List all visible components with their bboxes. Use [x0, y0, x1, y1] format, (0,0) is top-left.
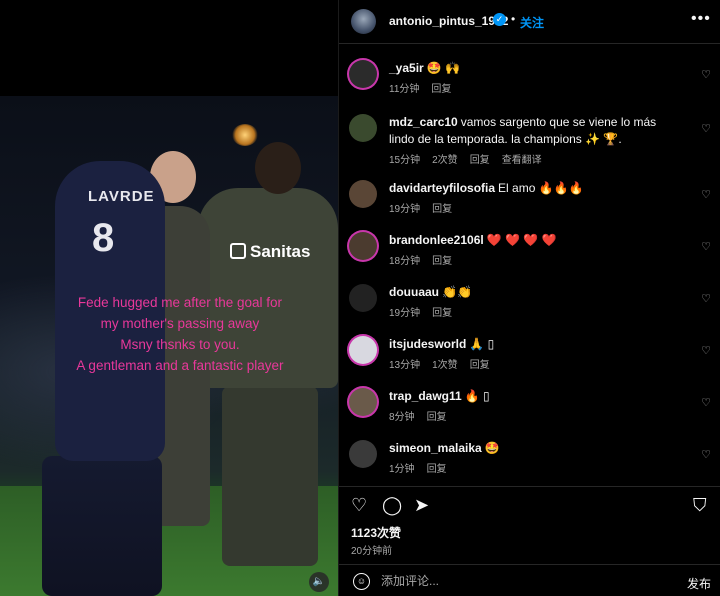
comment-time: 1分钟 — [389, 464, 415, 475]
comment-time: 19分钟 — [389, 204, 421, 215]
like-comment-icon[interactable]: ♡ — [701, 240, 711, 253]
staff-legs — [222, 386, 318, 566]
comment-text: 🔥 ▯ — [464, 389, 490, 403]
post-header: antonio_pintus_1962 ✓ • 关注 ••• — [339, 0, 720, 44]
comment-username[interactable]: davidarteyfilosofia — [389, 181, 495, 195]
reply-button[interactable]: 回复 — [432, 256, 452, 267]
like-comment-icon[interactable]: ♡ — [701, 396, 711, 409]
reply-button[interactable]: 回复 — [427, 412, 447, 423]
action-bar: ♡ ◯ ➤ ⛉ — [339, 486, 720, 526]
comment-username[interactable]: mdz_carc10 — [389, 115, 458, 129]
avatar[interactable] — [349, 60, 377, 88]
separator-dot: • — [511, 12, 516, 26]
avatar[interactable] — [349, 114, 377, 142]
author-avatar[interactable] — [351, 9, 376, 34]
follow-button[interactable]: 关注 — [520, 14, 544, 31]
bookmark-icon[interactable]: ⛉ — [693, 495, 707, 516]
reply-button[interactable]: 回复 — [431, 84, 451, 95]
avatar[interactable] — [349, 336, 377, 364]
reply-button[interactable]: 回复 — [432, 308, 452, 319]
like-comment-icon[interactable]: ♡ — [701, 292, 711, 305]
comment-input[interactable] — [381, 571, 651, 591]
comment-time: 13分钟 — [389, 360, 421, 371]
like-count[interactable]: 1123次赞 — [351, 524, 401, 541]
avatar[interactable] — [349, 388, 377, 416]
comment-text: 🙏 ▯ — [469, 337, 495, 351]
comments-list[interactable]: _ya5ir 🤩 🙌 11分钟 回复 ♡ mdz_carc10 vamos sarge… — [339, 50, 720, 482]
avatar[interactable] — [349, 440, 377, 468]
comment-text: 👏👏 — [442, 285, 472, 299]
comment-time: 8分钟 — [389, 412, 415, 423]
jersey-name: LAVRDE — [88, 188, 155, 205]
avatar[interactable] — [349, 232, 377, 260]
post-time: 20分钟前 — [351, 546, 393, 557]
mute-icon[interactable]: 🔈 — [309, 572, 329, 592]
like-comment-icon[interactable]: ♡ — [701, 188, 711, 201]
heart-icon[interactable]: ♡ — [351, 495, 367, 516]
comment-username[interactable]: trap_dawg11 — [389, 389, 462, 403]
post-media[interactable]: Sanitas LAVRDE 8 Fede hugged me after th… — [0, 0, 338, 596]
comment-likes[interactable]: 2次赞 — [432, 155, 458, 166]
reply-button[interactable]: 回复 — [427, 464, 447, 475]
staff-head — [255, 142, 301, 194]
comment-icon[interactable]: ◯ — [382, 495, 402, 516]
emoji-icon[interactable]: ☺ — [353, 573, 370, 590]
overlay-caption: Fede hugged me after the goal for my mot… — [76, 295, 284, 373]
like-comment-icon[interactable]: ♡ — [701, 68, 711, 81]
comment-time: 18分钟 — [389, 256, 421, 267]
sponsor-text: Sanitas — [250, 242, 311, 261]
comment-username[interactable]: brandonlee2106l — [389, 233, 484, 247]
post-photo: Sanitas LAVRDE 8 Fede hugged me after th… — [0, 96, 338, 596]
comment-time: 15分钟 — [389, 155, 421, 166]
comment-username[interactable]: itsjudesworld — [389, 337, 466, 351]
comment-likes[interactable]: 1次赞 — [432, 360, 458, 371]
like-comment-icon[interactable]: ♡ — [701, 122, 711, 135]
comment-text: El amo 🔥🔥🔥 — [498, 181, 584, 195]
reply-button[interactable]: 回复 — [432, 204, 452, 215]
reply-button[interactable]: 回复 — [470, 360, 490, 371]
comment-username[interactable]: douuaau — [389, 285, 439, 299]
see-translation-button[interactable]: 查看翻译 — [502, 155, 542, 166]
like-comment-icon[interactable]: ♡ — [701, 344, 711, 357]
comment-time: 19分钟 — [389, 308, 421, 319]
comment-text: 🤩 — [484, 441, 500, 455]
stadium-light — [232, 124, 258, 146]
sponsor-logo: Sanitas — [230, 242, 310, 262]
more-options-icon[interactable]: ••• — [691, 10, 711, 28]
comment-text: 🤩 🙌 — [426, 61, 460, 75]
jersey-number: 8 — [92, 216, 115, 260]
verified-icon: ✓ — [493, 13, 506, 26]
like-comment-icon[interactable]: ♡ — [701, 448, 711, 461]
reply-button[interactable]: 回复 — [470, 155, 490, 166]
post-comment-button[interactable]: 发布 — [687, 575, 711, 592]
comment-username[interactable]: simeon_malaika — [389, 441, 482, 455]
comment-time: 11分钟 — [389, 84, 420, 95]
avatar[interactable] — [349, 284, 377, 312]
post-sidebar: antonio_pintus_1962 ✓ • 关注 ••• _ya5ir 🤩 🙌… — [338, 0, 720, 596]
share-icon[interactable]: ➤ — [414, 495, 429, 516]
author-username[interactable]: antonio_pintus_1962 — [389, 14, 508, 28]
player-legs — [42, 456, 162, 596]
comment-text: ❤️ ❤️ ❤️ ❤️ — [486, 233, 557, 247]
comment-username[interactable]: _ya5ir — [389, 61, 424, 75]
add-comment-bar: ☺ 发布 — [339, 564, 720, 596]
avatar[interactable] — [349, 180, 377, 208]
